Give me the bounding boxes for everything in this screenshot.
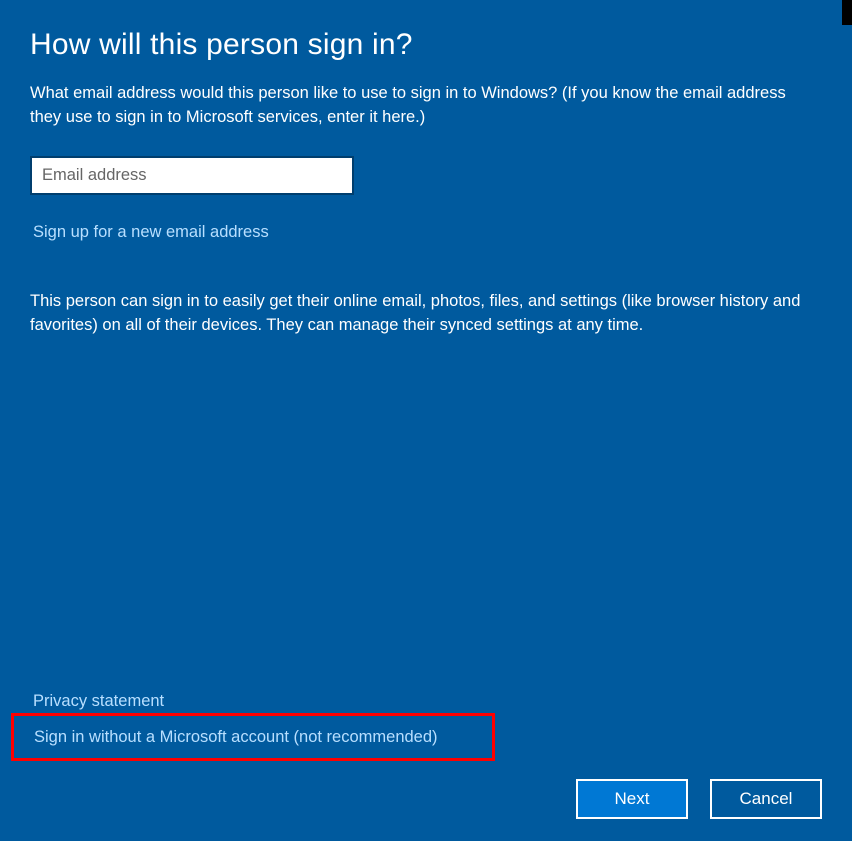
privacy-statement-link[interactable]: Privacy statement	[33, 692, 164, 711]
email-input[interactable]	[30, 156, 354, 195]
sync-info-text: This person can sign in to easily get th…	[30, 290, 820, 338]
sign-in-without-account-link[interactable]: Sign in without a Microsoft account (not…	[34, 728, 438, 747]
cancel-button[interactable]: Cancel	[710, 779, 822, 819]
button-row: Next Cancel	[576, 779, 822, 819]
signup-new-email-link[interactable]: Sign up for a new email address	[33, 223, 269, 242]
instruction-text: What email address would this person lik…	[30, 82, 820, 130]
highlight-annotation: Sign in without a Microsoft account (not…	[11, 713, 495, 761]
dialog-container: How will this person sign in? What email…	[0, 0, 852, 841]
next-button[interactable]: Next	[576, 779, 688, 819]
bottom-links-area: Privacy statement	[30, 692, 164, 711]
page-title: How will this person sign in?	[30, 28, 822, 62]
